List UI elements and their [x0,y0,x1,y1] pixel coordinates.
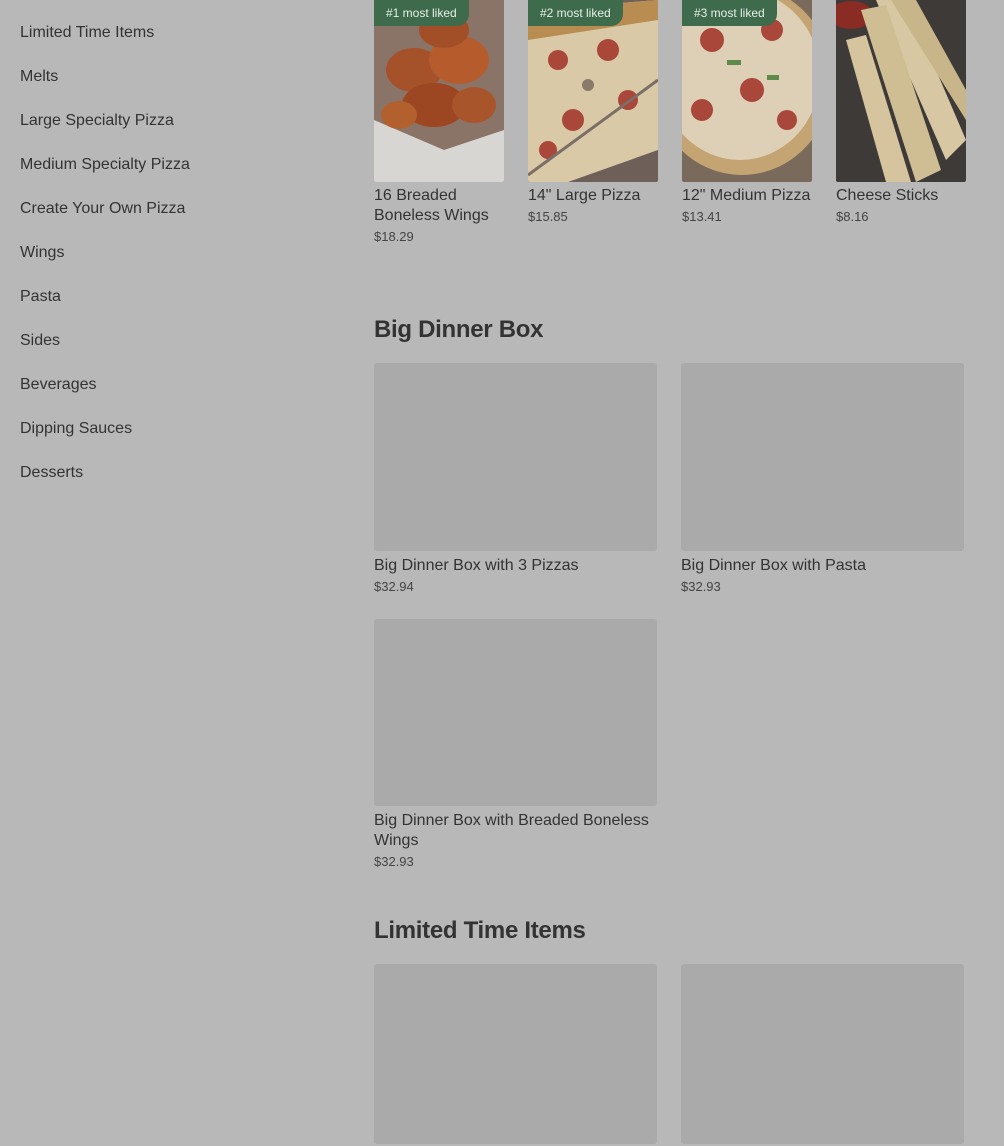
item-name: 14" Large Pizza [528,187,641,204]
item-photo-placeholder [374,964,657,1144]
big-dinner-box-grid: Big Dinner Box with 3 Pizzas $32.94 Big … [374,363,974,870]
item-name: Big Dinner Box with Pasta [681,557,866,574]
item-name: Cheese Sticks [836,187,939,204]
sidebar-item-desserts[interactable]: Desserts [20,462,320,506]
sidebar-item-large-specialty-pizza[interactable]: Large Specialty Pizza [20,110,320,154]
item-photo-placeholder [374,363,657,551]
sidebar-item-sides[interactable]: Sides [20,330,320,374]
item-price: $13.41 [682,209,722,224]
item-photo-placeholder [681,363,964,551]
item-photo-large-pizza: #2 most liked [528,0,658,182]
item-photo-wings: #1 most liked [374,0,504,182]
menu-item-card[interactable] [374,964,657,1144]
sidebar-item-medium-specialty-pizza[interactable]: Medium Specialty Pizza [20,154,320,198]
menu-item-card[interactable]: #1 most liked 16 Breaded Boneless Wings … [374,0,504,245]
sidebar-item-limited-time-items[interactable]: Limited Time Items [20,22,320,66]
most-liked-badge: #1 most liked [374,0,469,26]
category-sidebar: Limited Time Items Melts Large Specialty… [20,22,320,506]
item-photo-medium-pizza: #3 most liked [682,0,812,182]
section-title-big-dinner-box: Big Dinner Box [374,316,544,343]
menu-item-card[interactable]: #3 most liked 12" Medium Pizza $13.41 [682,0,812,245]
most-liked-badge: #2 most liked [528,0,623,26]
item-photo-cheese-sticks [836,0,966,182]
item-price: $32.93 [681,579,721,594]
sidebar-item-pasta[interactable]: Pasta [20,286,320,330]
item-price: $32.94 [374,579,414,594]
item-name: 12" Medium Pizza [682,187,811,204]
sidebar-item-melts[interactable]: Melts [20,66,320,110]
item-name: Big Dinner Box with 3 Pizzas [374,557,579,574]
item-photo-placeholder [681,964,964,1144]
menu-item-card[interactable]: Cheese Sticks $8.16 [836,0,966,245]
limited-time-grid [374,964,974,1144]
item-price: $15.85 [528,209,568,224]
sidebar-item-dipping-sauces[interactable]: Dipping Sauces [20,418,320,462]
item-price: $18.29 [374,229,414,244]
item-price: $32.93 [374,854,414,869]
sidebar-item-create-your-own-pizza[interactable]: Create Your Own Pizza [20,198,320,242]
menu-item-card[interactable]: Big Dinner Box with Pasta $32.93 [681,363,964,595]
item-photo-placeholder [374,619,657,806]
menu-item-card[interactable] [681,964,964,1144]
menu-item-card[interactable]: Big Dinner Box with Breaded Boneless Win… [374,619,657,870]
menu-main: #1 most liked 16 Breaded Boneless Wings … [374,0,974,1144]
menu-item-card[interactable]: Big Dinner Box with 3 Pizzas $32.94 [374,363,657,595]
sidebar-item-wings[interactable]: Wings [20,242,320,286]
item-price: $8.16 [836,209,869,224]
menu-item-card[interactable]: #2 most liked 14" Large Pizza $15.85 [528,0,658,245]
item-name: Big Dinner Box with Breaded Boneless Win… [374,812,649,849]
most-liked-badge: #3 most liked [682,0,777,26]
most-liked-row: #1 most liked 16 Breaded Boneless Wings … [374,0,974,245]
sidebar-item-beverages[interactable]: Beverages [20,374,320,418]
item-name: 16 Breaded Boneless Wings [374,187,489,224]
section-title-limited-time-items: Limited Time Items [374,917,586,944]
